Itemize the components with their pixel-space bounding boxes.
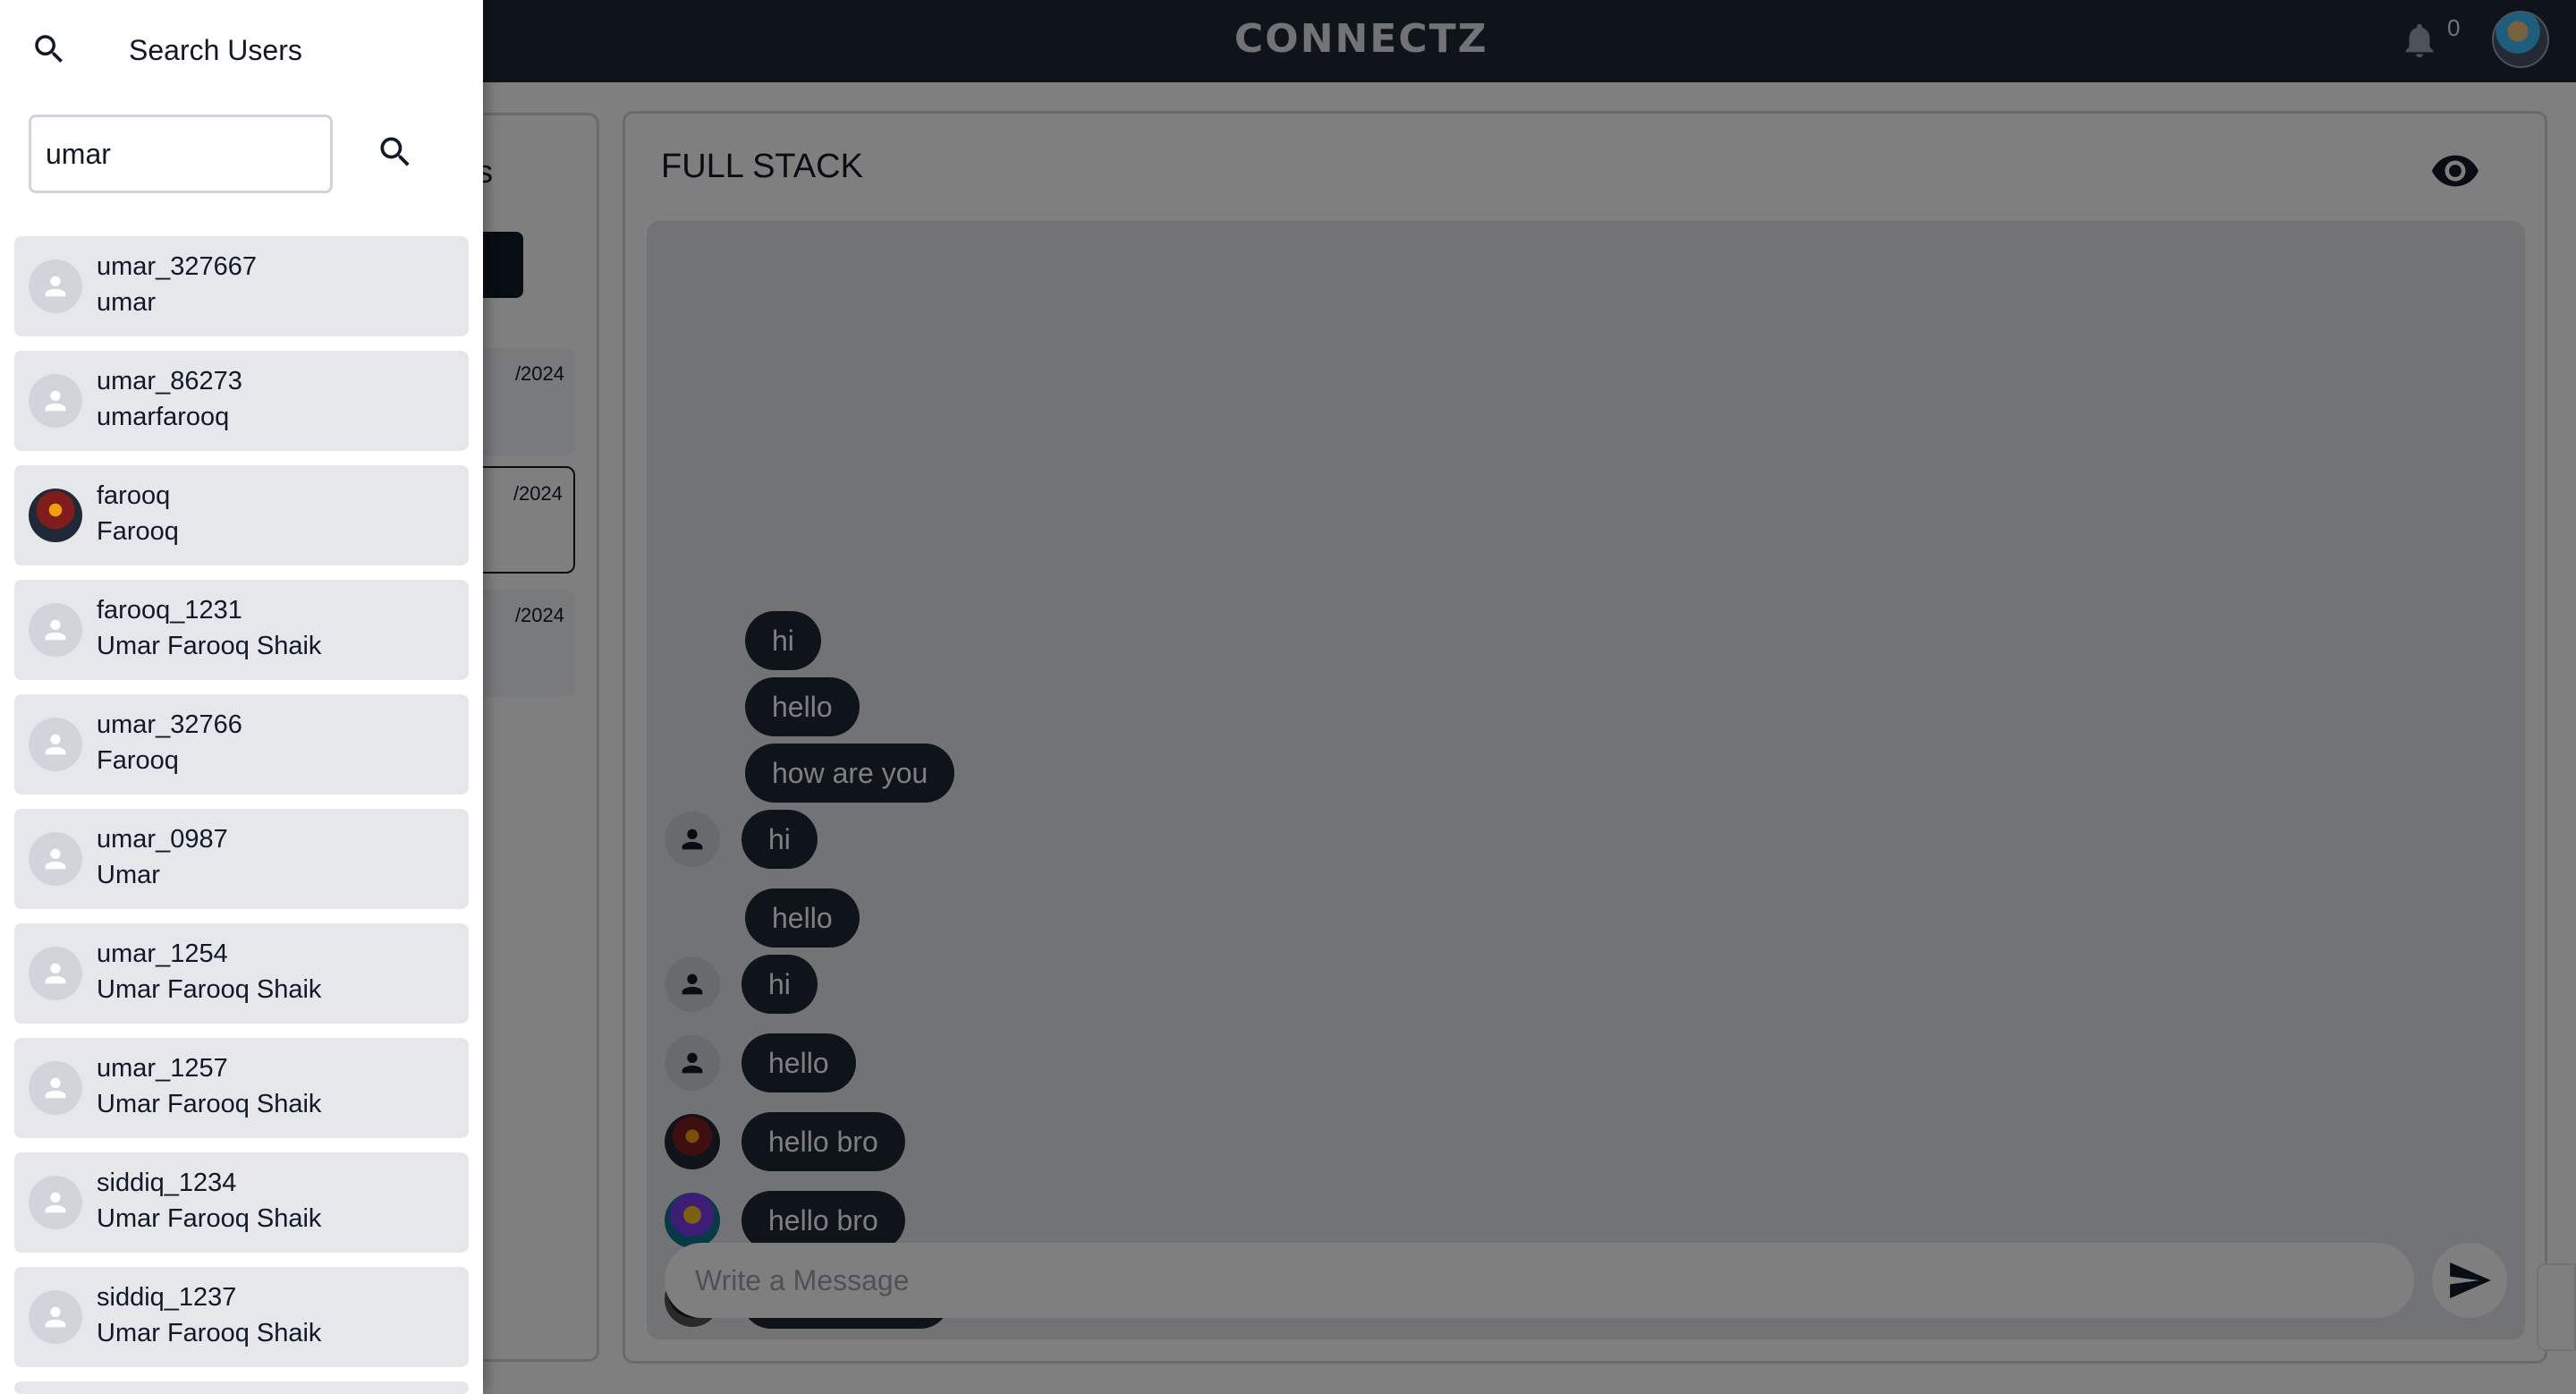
user-fullname: Farooq xyxy=(97,746,179,775)
username: siddiq_1237 xyxy=(97,1283,237,1312)
search-submit-icon[interactable] xyxy=(376,132,415,172)
person-icon xyxy=(45,1192,66,1213)
user-result-item[interactable]: siddiq_1234 Umar Farooq Shaik xyxy=(14,1152,469,1253)
user-fullname: Umar Farooq Shaik xyxy=(97,975,322,1004)
user-result-item[interactable]: umar_1254 Umar Farooq Shaik xyxy=(14,923,469,1024)
user-result-item[interactable]: umar_86273 umarfarooq xyxy=(14,351,469,451)
username: umar_32766 xyxy=(97,710,242,739)
user-result-item[interactable]: farooq Farooq xyxy=(14,465,469,565)
avatar xyxy=(29,374,82,428)
person-icon xyxy=(45,1306,66,1328)
username: umar_327667 xyxy=(97,252,257,281)
user-fullname: Farooq xyxy=(97,517,179,546)
avatar xyxy=(29,947,82,1000)
username: umar_1254 xyxy=(97,939,228,968)
username: umar_1257 xyxy=(97,1054,228,1083)
user-result-item[interactable]: siddiq_1237 Umar Farooq Shaik xyxy=(14,1267,469,1367)
user-result-item[interactable]: umar_0987 Umar xyxy=(14,809,469,909)
user-fullname: umarfarooq xyxy=(97,403,230,431)
user-result-item[interactable]: umar_327667 umar xyxy=(14,236,469,336)
username: farooq xyxy=(97,481,171,510)
username: umar_86273 xyxy=(97,367,242,395)
avatar xyxy=(29,259,82,313)
person-icon xyxy=(45,963,66,984)
person-icon xyxy=(45,390,66,412)
avatar xyxy=(29,718,82,771)
search-input[interactable] xyxy=(31,117,330,191)
person-icon xyxy=(45,734,66,755)
username: umar_0987 xyxy=(97,825,228,854)
drawer-title: Search Users xyxy=(129,34,302,66)
user-result-item[interactable] xyxy=(14,1381,469,1394)
user-fullname: Umar Farooq Shaik xyxy=(97,1319,322,1347)
avatar xyxy=(29,1290,82,1344)
user-result-item[interactable]: umar_32766 Farooq xyxy=(14,694,469,795)
user-fullname: Umar xyxy=(97,861,160,889)
search-icon xyxy=(35,35,63,63)
person-icon xyxy=(45,276,66,297)
avatar xyxy=(29,1176,82,1229)
avatar xyxy=(29,489,82,542)
avatar xyxy=(29,832,82,886)
search-field[interactable] xyxy=(29,115,333,193)
user-fullname: Umar Farooq Shaik xyxy=(97,632,322,660)
username: farooq_1231 xyxy=(97,596,242,625)
user-fullname: Umar Farooq Shaik xyxy=(97,1090,322,1118)
search-users-drawer: Search Users umar_327667 umar umar_86273… xyxy=(0,0,483,1394)
person-icon xyxy=(45,1077,66,1099)
person-icon xyxy=(45,848,66,870)
username: siddiq_1234 xyxy=(97,1169,237,1197)
avatar xyxy=(29,603,82,657)
user-fullname: umar xyxy=(97,288,157,317)
user-fullname: Umar Farooq Shaik xyxy=(97,1204,322,1233)
user-result-item[interactable]: farooq_1231 Umar Farooq Shaik xyxy=(14,580,469,680)
avatar xyxy=(29,1061,82,1115)
user-result-item[interactable]: umar_1257 Umar Farooq Shaik xyxy=(14,1038,469,1138)
person-icon xyxy=(45,619,66,641)
